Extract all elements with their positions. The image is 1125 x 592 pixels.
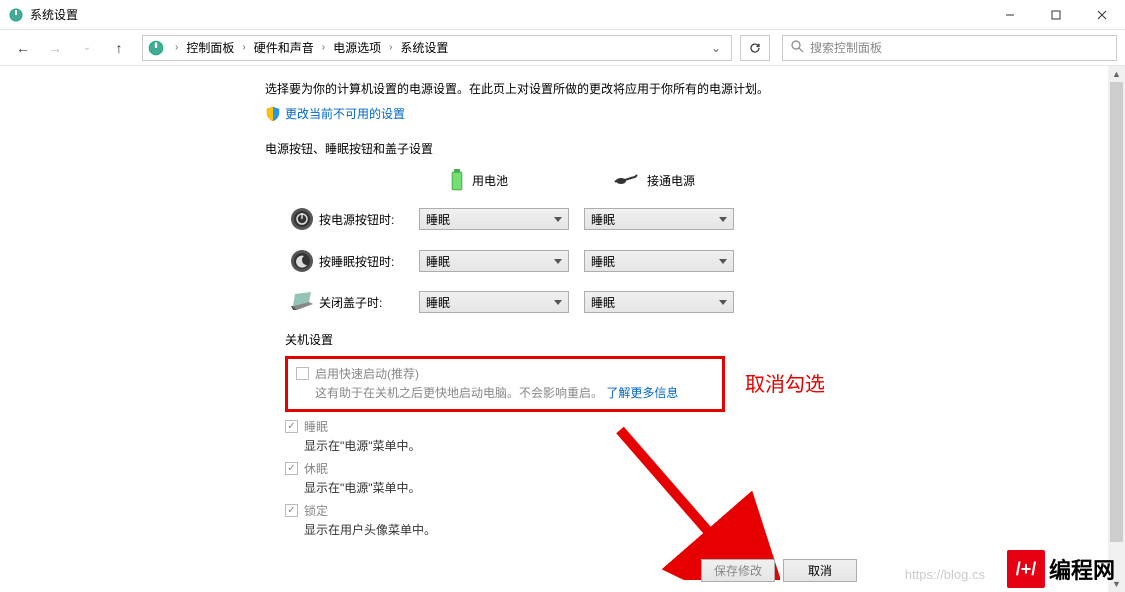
sleep-label: 睡眠 [304, 418, 328, 435]
chevron-right-icon: › [316, 42, 331, 53]
fast-startup-option: 启用快速启动(推荐) [296, 365, 714, 382]
row-label: 按睡眠按钮时: [319, 253, 419, 270]
admin-link-text: 更改当前不可用的设置 [285, 105, 405, 122]
lock-label: 锁定 [304, 502, 328, 519]
lock-option: 锁定 显示在用户头像菜单中。 [285, 502, 1125, 538]
search-input[interactable]: 搜索控制面板 [782, 35, 1117, 61]
window-controls [987, 0, 1125, 30]
up-button[interactable]: ↑ [104, 33, 134, 63]
hibernate-checkbox[interactable] [285, 462, 298, 475]
forward-button[interactable]: → [40, 33, 70, 63]
breadcrumb-item[interactable]: 系统设置 [398, 39, 450, 56]
search-icon [791, 40, 804, 56]
refresh-icon [748, 41, 762, 55]
shutdown-section: 关机设置 启用快速启动(推荐) 这有助于在关机之后更快地启动电脑。不会影响重启。… [285, 331, 1125, 538]
row-lid: 关闭盖子时: 睡眠 睡眠 [285, 291, 1125, 313]
breadcrumb-item[interactable]: 控制面板 [184, 39, 236, 56]
titlebar: 系统设置 [0, 0, 1125, 30]
plug-icon [613, 172, 639, 188]
sleep-button-icon [290, 249, 314, 273]
laptop-lid-icon [289, 292, 315, 312]
watermark: https://blog.cs [905, 567, 985, 582]
cancel-button[interactable]: 取消 [783, 559, 857, 582]
power-plugged-dropdown[interactable]: 睡眠 [584, 208, 734, 230]
sleep-battery-dropdown[interactable]: 睡眠 [419, 250, 569, 272]
scroll-thumb[interactable] [1110, 82, 1123, 542]
breadcrumb-item[interactable]: 电源选项 [331, 39, 383, 56]
lid-battery-dropdown[interactable]: 睡眠 [419, 291, 569, 313]
annotation-text: 取消勾选 [745, 368, 825, 397]
save-button[interactable]: 保存修改 [701, 559, 775, 582]
lock-checkbox[interactable] [285, 504, 298, 517]
column-plugged: 接通电源 [585, 172, 750, 189]
lock-desc: 显示在用户头像菜单中。 [304, 521, 1125, 538]
chevron-right-icon: › [383, 42, 398, 53]
column-battery: 用电池 [420, 169, 585, 191]
chevron-down-icon[interactable]: ⌄ [705, 41, 727, 55]
power-options-icon [147, 39, 165, 57]
maximize-button[interactable] [1033, 0, 1079, 30]
hibernate-label: 休眠 [304, 460, 328, 477]
row-power-button: 按电源按钮时: 睡眠 睡眠 [285, 207, 1125, 231]
scroll-up[interactable]: ▲ [1108, 66, 1125, 82]
power-options-icon [8, 7, 24, 23]
refresh-button[interactable] [740, 35, 770, 61]
close-button[interactable] [1079, 0, 1125, 30]
section-power-buttons: 电源按钮、睡眠按钮和盖子设置 [265, 140, 1125, 157]
row-sleep-button: 按睡眠按钮时: 睡眠 睡眠 [285, 249, 1125, 273]
admin-link[interactable]: 更改当前不可用的设置 [265, 105, 1125, 122]
learn-more-link[interactable]: 了解更多信息 [606, 386, 678, 400]
row-label: 按电源按钮时: [319, 211, 419, 228]
power-button-icon [290, 207, 314, 231]
hibernate-desc: 显示在"电源"菜单中。 [304, 479, 1125, 496]
highlight-box: 启用快速启动(推荐) 这有助于在关机之后更快地启动电脑。不会影响重启。 了解更多… [285, 356, 725, 412]
power-battery-dropdown[interactable]: 睡眠 [419, 208, 569, 230]
minimize-button[interactable] [987, 0, 1033, 30]
shutdown-title: 关机设置 [285, 331, 1125, 348]
battery-icon [450, 169, 464, 191]
intro-text: 选择要为你的计算机设置的电源设置。在此页上对设置所做的更改将应用于你所有的电源计… [265, 80, 1125, 97]
window-title: 系统设置 [30, 6, 987, 23]
sleep-option: 睡眠 显示在"电源"菜单中。 [285, 418, 1125, 454]
site-logo: /+/ 编程网 [1007, 550, 1115, 588]
hibernate-option: 休眠 显示在"电源"菜单中。 [285, 460, 1125, 496]
logo-text: 编程网 [1049, 553, 1115, 585]
navbar: ← → ⌄ ↑ › 控制面板 › 硬件和声音 › 电源选项 › 系统设置 ⌄ 搜… [0, 30, 1125, 66]
power-grid: 用电池 接通电源 按电源按钮时: 睡眠 睡眠 按睡眠按钮时: 睡眠 睡眠 关闭盖… [285, 169, 1125, 313]
sleep-desc: 显示在"电源"菜单中。 [304, 437, 1125, 454]
search-placeholder: 搜索控制面板 [810, 39, 882, 56]
chevron-right-icon: › [236, 42, 251, 53]
fast-startup-desc: 这有助于在关机之后更快地启动电脑。不会影响重启。 了解更多信息 [315, 384, 714, 401]
chevron-right-icon: › [169, 42, 184, 53]
back-button[interactable]: ← [8, 33, 38, 63]
breadcrumb[interactable]: › 控制面板 › 硬件和声音 › 电源选项 › 系统设置 ⌄ [142, 35, 732, 61]
content-pane: 选择要为你的计算机设置的电源设置。在此页上对设置所做的更改将应用于你所有的电源计… [0, 66, 1125, 592]
lid-plugged-dropdown[interactable]: 睡眠 [584, 291, 734, 313]
recent-dropdown[interactable]: ⌄ [72, 33, 102, 63]
logo-badge: /+/ [1007, 550, 1045, 588]
button-bar: 保存修改 取消 [701, 559, 857, 582]
grid-header: 用电池 接通电源 [285, 169, 1125, 191]
shield-icon [265, 106, 281, 122]
sleep-checkbox[interactable] [285, 420, 298, 433]
scrollbar[interactable]: ▲ ▼ [1108, 66, 1125, 592]
fast-startup-checkbox[interactable] [296, 367, 309, 380]
breadcrumb-item[interactable]: 硬件和声音 [252, 39, 316, 56]
fast-startup-label: 启用快速启动(推荐) [315, 365, 419, 382]
row-label: 关闭盖子时: [319, 294, 419, 311]
sleep-plugged-dropdown[interactable]: 睡眠 [584, 250, 734, 272]
